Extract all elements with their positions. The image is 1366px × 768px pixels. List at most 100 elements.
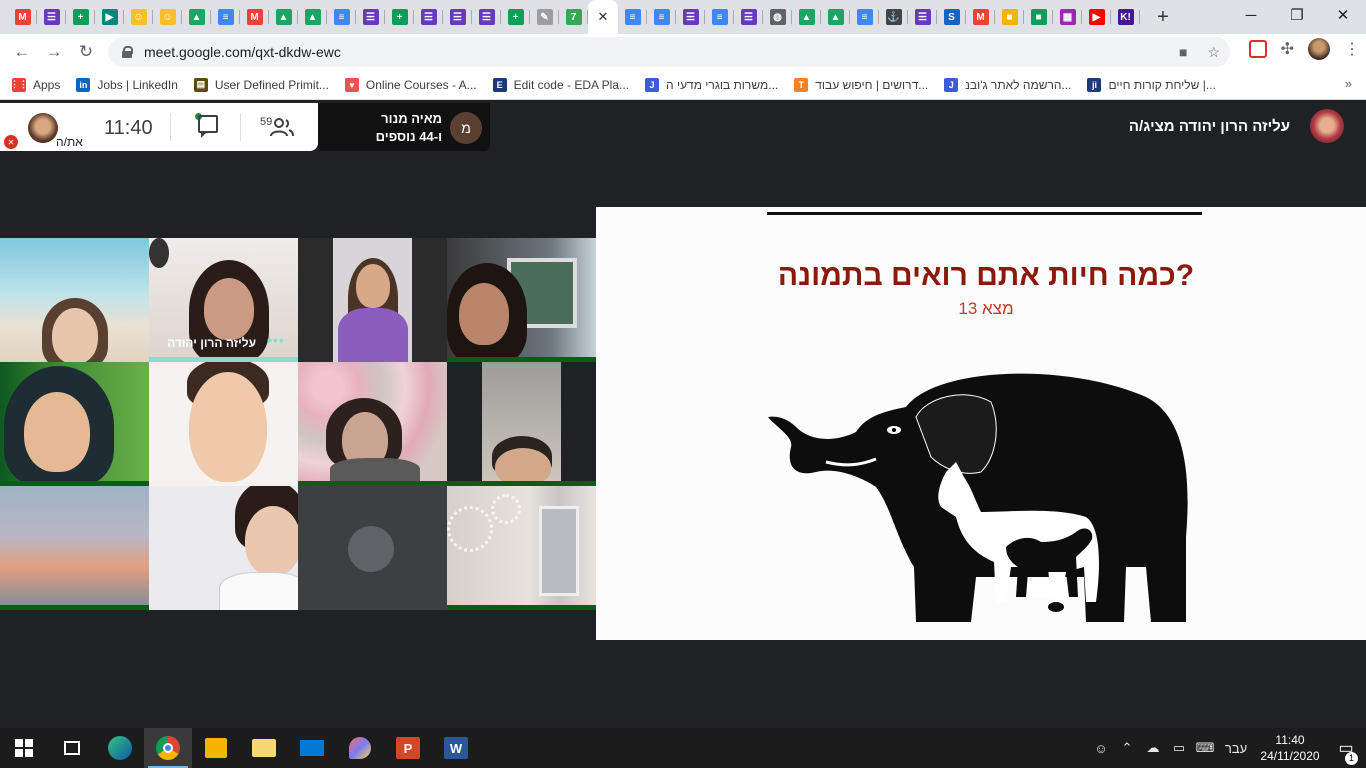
- browser-tab[interactable]: M: [966, 0, 995, 34]
- active-speakers-pill[interactable]: מ מאיה מנור ו-44 נוספים: [318, 103, 490, 151]
- browser-tab[interactable]: ⚓: [879, 0, 908, 34]
- browser-tab[interactable]: ≡: [211, 0, 240, 34]
- extensions-puzzle-icon[interactable]: ✣: [1281, 39, 1294, 59]
- participant-tile[interactable]: [149, 362, 298, 486]
- word-icon[interactable]: W: [432, 728, 480, 768]
- browser-tab[interactable]: +: [385, 0, 414, 34]
- participant-tile[interactable]: [298, 486, 447, 610]
- bookmark-item[interactable]: in Jobs | LinkedIn: [76, 77, 178, 92]
- browser-tab[interactable]: ≡: [327, 0, 356, 34]
- chat-icon[interactable]: [198, 115, 218, 138]
- onedrive-icon[interactable]: ☁: [1140, 740, 1166, 756]
- start-button[interactable]: [0, 728, 48, 768]
- browser-tab[interactable]: ✎: [530, 0, 559, 34]
- participant-avatar: מ: [450, 112, 482, 144]
- menu-kebab-icon[interactable]: ⋮: [1344, 39, 1360, 59]
- new-tab-button[interactable]: +: [1148, 6, 1178, 29]
- browser-tab[interactable]: ▲: [269, 0, 298, 34]
- browser-tab[interactable]: ▶: [1082, 0, 1111, 34]
- bookmark-item[interactable]: ji שליחת קורות חיים |...: [1087, 77, 1216, 92]
- browser-tab[interactable]: M: [240, 0, 269, 34]
- participant-tile[interactable]: [0, 238, 149, 362]
- browser-tab[interactable]: ☰: [414, 0, 443, 34]
- browser-tab[interactable]: ≡: [705, 0, 734, 34]
- forward-arrow-icon[interactable]: →: [38, 36, 70, 68]
- participant-tile-speaking[interactable]: עליזה הרון יהודה •••: [149, 238, 298, 362]
- participant-tile[interactable]: [298, 238, 447, 362]
- minimize-window-button[interactable]: ─: [1228, 0, 1274, 30]
- browser-tab[interactable]: K!: [1111, 0, 1140, 34]
- browser-tab[interactable]: ☰: [472, 0, 501, 34]
- file-explorer-icon[interactable]: [240, 728, 288, 768]
- browser-tab[interactable]: ☰: [908, 0, 937, 34]
- chevron-up-icon[interactable]: ⌃: [1114, 740, 1140, 756]
- people-icon[interactable]: ☺: [1088, 741, 1114, 756]
- participant-tile[interactable]: [447, 238, 596, 362]
- close-tab-icon[interactable]: ✕: [598, 9, 609, 25]
- close-window-button[interactable]: ✕: [1320, 0, 1366, 30]
- bookmark-item[interactable]: J הרשמה לאתר ג'ובנ...: [944, 77, 1071, 92]
- browser-tab[interactable]: ☰: [443, 0, 472, 34]
- mail-icon[interactable]: [288, 728, 336, 768]
- browser-tab[interactable]: ☺: [124, 0, 153, 34]
- extension-pocket-icon[interactable]: [1248, 40, 1267, 58]
- browser-tab[interactable]: M: [8, 0, 37, 34]
- browser-tab[interactable]: ☰: [676, 0, 705, 34]
- browser-tab[interactable]: ≡: [618, 0, 647, 34]
- browser-tab[interactable]: ☰: [356, 0, 385, 34]
- notifications-button[interactable]: ▭ 1: [1326, 738, 1366, 765]
- bookmark-item[interactable]: ♥ Online Courses - A...: [344, 77, 477, 92]
- people-icon[interactable]: [270, 117, 294, 137]
- reload-icon[interactable]: ↻: [70, 36, 102, 68]
- bookmark-star-icon[interactable]: ☆: [1207, 44, 1220, 61]
- browser-tab[interactable]: S: [937, 0, 966, 34]
- network-icon[interactable]: ▭: [1166, 740, 1192, 756]
- bookmarks-overflow-icon[interactable]: »: [1345, 76, 1352, 91]
- more-options-icon[interactable]: •••: [267, 332, 285, 348]
- address-bar[interactable]: meet.google.com/qxt-dkdw-ewc ■ ☆: [108, 37, 1230, 67]
- browser-tab[interactable]: ■: [1024, 0, 1053, 34]
- bookmark-item[interactable]: T דרושים | חיפוש עבוד...: [794, 77, 928, 92]
- browser-tab[interactable]: +: [501, 0, 530, 34]
- bookmark-item[interactable]: ⋮⋮ Apps: [10, 77, 60, 92]
- browser-tab[interactable]: ☰: [37, 0, 66, 34]
- paint-icon[interactable]: [336, 728, 384, 768]
- browser-tab[interactable]: ■: [995, 0, 1024, 34]
- profile-avatar[interactable]: [1308, 38, 1330, 60]
- task-view-icon[interactable]: [48, 728, 96, 768]
- chrome-icon[interactable]: [144, 728, 192, 768]
- bookmark-item[interactable]: J משרות בוגרי מדעי ה...: [645, 77, 778, 92]
- browser-tab-active[interactable]: ✕: [588, 0, 618, 34]
- browser-tab[interactable]: ◍: [763, 0, 792, 34]
- camera-icon[interactable]: ■: [1179, 44, 1187, 61]
- browser-tab[interactable]: ▲: [298, 0, 327, 34]
- bookmark-item[interactable]: ▤ User Defined Primit...: [193, 77, 329, 92]
- participant-tile[interactable]: [0, 486, 149, 610]
- browser-tab[interactable]: 7: [559, 0, 588, 34]
- browser-tab[interactable]: ☺: [153, 0, 182, 34]
- language-indicator[interactable]: עבר: [1218, 741, 1254, 756]
- browser-tab[interactable]: +: [66, 0, 95, 34]
- store-icon[interactable]: [192, 728, 240, 768]
- back-arrow-icon[interactable]: ←: [6, 36, 38, 68]
- browser-tab[interactable]: ▲: [792, 0, 821, 34]
- powerpoint-icon[interactable]: P: [384, 728, 432, 768]
- edge-icon[interactable]: [96, 728, 144, 768]
- keyboard-icon[interactable]: ⌨: [1192, 740, 1218, 756]
- browser-tab[interactable]: ▲: [182, 0, 211, 34]
- bookmark-item[interactable]: E Edit code - EDA Pla...: [492, 77, 629, 92]
- clock[interactable]: 11:40 24/11/2020: [1254, 732, 1326, 764]
- browser-tab[interactable]: ▶: [95, 0, 124, 34]
- participant-tile[interactable]: [298, 362, 447, 486]
- participant-tile[interactable]: [447, 486, 596, 610]
- browser-tab[interactable]: ☰: [734, 0, 763, 34]
- participant-tile[interactable]: [0, 362, 149, 486]
- presenter-avatar: [1310, 109, 1344, 143]
- browser-tab[interactable]: ▦: [1053, 0, 1082, 34]
- participant-tile[interactable]: [447, 362, 596, 486]
- restore-window-button[interactable]: ❐: [1274, 0, 1320, 30]
- participant-tile[interactable]: [149, 486, 298, 610]
- browser-tab[interactable]: ▲: [821, 0, 850, 34]
- browser-tab[interactable]: ≡: [850, 0, 879, 34]
- browser-tab[interactable]: ≡: [647, 0, 676, 34]
